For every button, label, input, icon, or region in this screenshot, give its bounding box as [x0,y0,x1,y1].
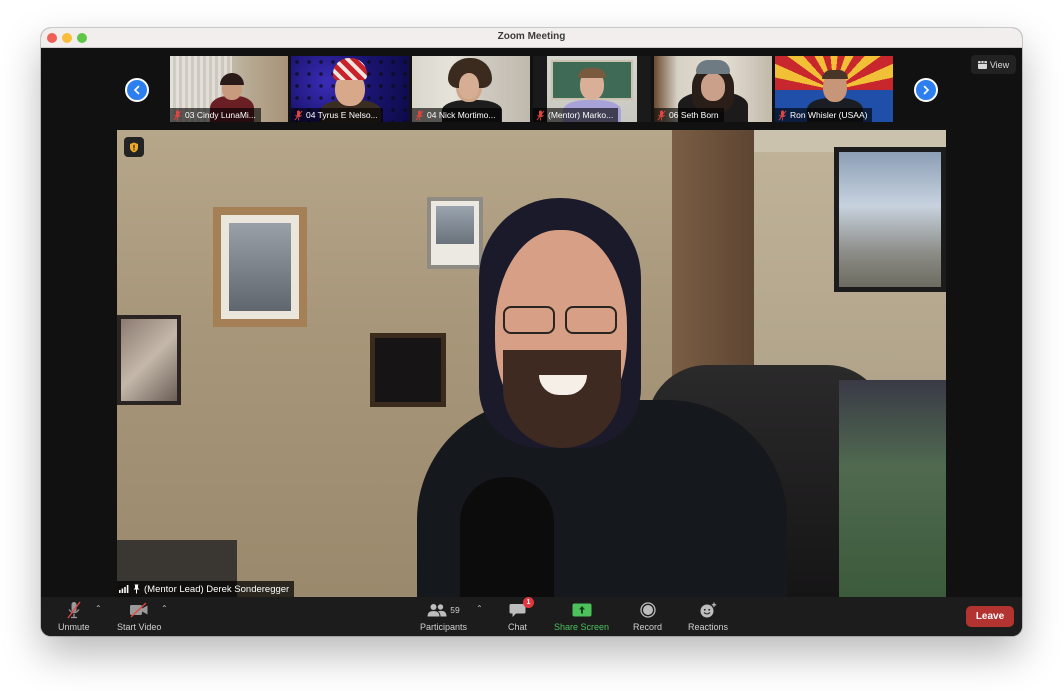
previous-page-button[interactable] [125,78,149,102]
audio-options-caret[interactable]: ⌃ [95,604,102,613]
wall-picture [370,333,446,407]
active-speaker-name-bar: (Mentor Lead) Derek Sonderegger [117,581,295,597]
start-video-label: Start Video [117,622,162,632]
active-speaker-name: (Mentor Lead) Derek Sonderegger [144,583,290,595]
muted-mic-icon [536,110,545,120]
active-speaker-video[interactable]: (Mentor Lead) Derek Sonderegger [117,130,946,597]
muted-mic-icon [294,110,303,120]
view-label: View [989,59,1010,70]
participant-name-bar: 03 Cindy LunaMi... [170,108,261,122]
muted-mic-icon [173,110,182,120]
unmute-label: Unmute [58,622,90,632]
participants-options-caret[interactable]: ⌃ [476,604,483,613]
chat-label: Chat [508,622,528,632]
share-screen-icon [572,603,592,617]
chat-unread-badge: 1 [523,597,534,608]
muted-mic-icon [778,110,787,120]
security-badge[interactable] [124,137,144,157]
grid-view-icon [977,60,987,69]
zoom-window: Zoom Meeting 03 Cindy LunaMi... 04 Tyrus… [41,28,1022,636]
record-button[interactable]: Record [633,600,662,632]
participant-name: 04 Nick Mortimo... [427,110,496,120]
microphone-foreground [460,477,554,597]
wall-picture [834,147,946,292]
participant-name: (Mentor) Marko... [548,110,614,120]
meeting-content: 03 Cindy LunaMi... 04 Tyrus E Nelso... 0… [41,48,1022,597]
leave-button[interactable]: Leave [966,606,1014,627]
share-screen-button[interactable]: Share Screen [554,600,609,632]
chat-button[interactable]: 1 Chat [508,597,534,632]
share-screen-label: Share Screen [554,622,610,632]
video-off-icon [130,602,148,618]
participant-name: Ron Whisler (USAA) [790,110,868,120]
reactions-button[interactable]: Reactions [688,600,728,632]
participants-count: 59 [450,605,460,615]
title-bar: Zoom Meeting [41,28,1022,48]
participant-name-bar: 04 Tyrus E Nelso... [291,108,383,122]
chevron-left-icon [133,85,140,95]
reactions-icon [700,602,717,618]
meeting-toolbar: Unmute ⌃ Start Video ⌃ 59 Participants ⌃… [41,597,1022,636]
participant-name: 04 Tyrus E Nelso... [306,110,378,120]
record-label: Record [633,622,663,632]
shield-icon [130,142,138,152]
reactions-label: Reactions [688,622,729,632]
participant-name-bar: 06 Seth Born [654,108,724,122]
participant-tile[interactable]: Ron Whisler (USAA) [775,56,893,122]
next-page-button[interactable] [914,78,938,102]
unmute-button[interactable]: Unmute [58,600,90,632]
muted-mic-icon [67,601,81,619]
muted-mic-icon [415,110,424,120]
participants-icon [427,604,447,617]
participant-tile[interactable]: 04 Nick Mortimo... [412,56,530,122]
participant-tile[interactable]: (Mentor) Marko... [533,56,651,122]
wall-picture [117,315,181,405]
muted-mic-icon [657,110,666,120]
view-button[interactable]: View [971,55,1016,74]
participant-tile[interactable]: 06 Seth Born [654,56,772,122]
participant-name: 06 Seth Born [669,110,719,120]
wall-picture [213,207,307,327]
participant-tile[interactable]: 03 Cindy LunaMi... [170,56,288,122]
window-title: Zoom Meeting [497,31,566,42]
participant-name-bar: 04 Nick Mortimo... [412,108,501,122]
wall-picture [427,197,483,269]
participant-name-bar: Ron Whisler (USAA) [775,108,873,122]
participant-tile[interactable]: 04 Tyrus E Nelso... [291,56,409,122]
chevron-right-icon [923,85,930,95]
start-video-button[interactable]: Start Video [117,600,161,632]
participant-name: 03 Cindy LunaMi... [185,110,256,120]
participants-label: Participants [420,622,468,632]
video-options-caret[interactable]: ⌃ [161,604,168,613]
participant-name-bar: (Mentor) Marko... [533,108,619,122]
signal-bars-icon [119,585,129,593]
record-icon [639,602,656,618]
pin-icon [133,584,140,594]
participants-button[interactable]: 59 Participants [420,600,467,632]
